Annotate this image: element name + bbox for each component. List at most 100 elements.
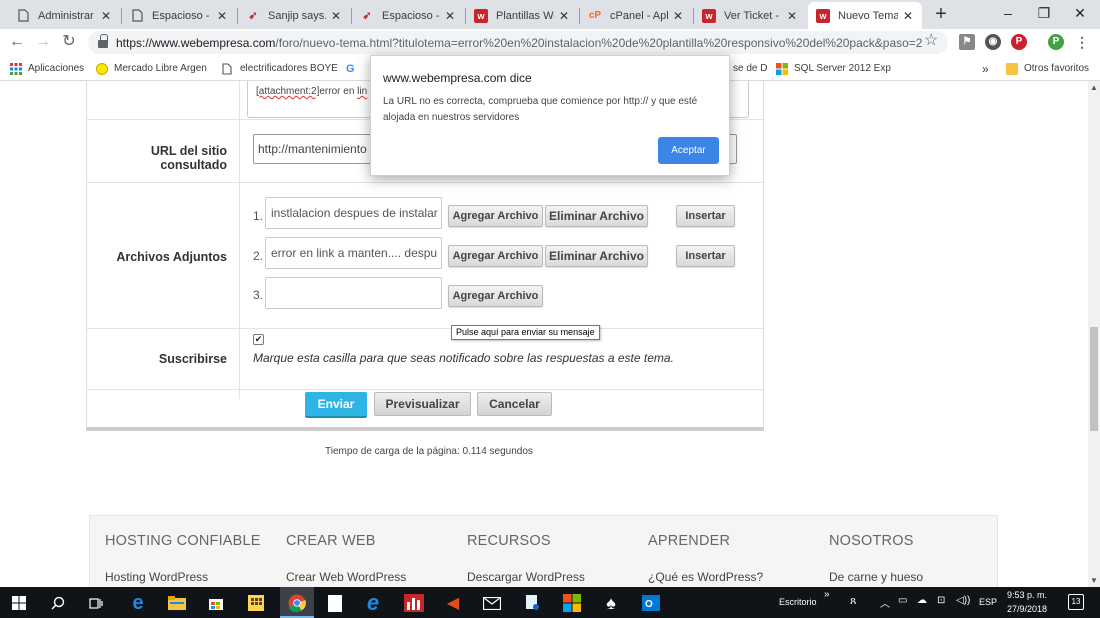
insert-button[interactable]: Insertar	[676, 205, 735, 227]
chart-app-icon[interactable]	[403, 592, 425, 614]
page-scrollbar[interactable]: ▲ ▼	[1088, 81, 1100, 587]
battery-icon[interactable]: ▭	[898, 595, 907, 606]
footer-link[interactable]: Crear Web WordPress	[286, 570, 406, 584]
tab-administrar[interactable]: Administrar te ✕	[8, 2, 120, 29]
task-view-icon[interactable]	[85, 592, 107, 614]
outlook-icon[interactable]: O	[640, 592, 662, 614]
address-bar[interactable]: https://www.webempresa.com/foro/nuevo-te…	[88, 31, 948, 54]
close-icon[interactable]: ✕	[672, 9, 684, 23]
tab-espacioso-sin[interactable]: Espacioso - Sir ✕	[122, 2, 236, 29]
scrollbar-thumb[interactable]	[1090, 327, 1098, 431]
notepad-icon[interactable]	[324, 592, 346, 614]
remove-file-button[interactable]: Eliminar Archivo	[545, 245, 648, 267]
chrome-icon[interactable]	[286, 592, 308, 614]
people-icon[interactable]: ጸ	[850, 595, 856, 608]
google-icon: G	[346, 62, 355, 75]
desktop-chevron[interactable]: »	[824, 589, 830, 600]
tab-espacioso-re[interactable]: ➶ Espacioso - Re ✕	[352, 2, 464, 29]
attachment-field[interactable]: error en link a manten.... despu	[265, 237, 442, 269]
solitaire-icon[interactable]: ♠	[600, 592, 622, 614]
office-icon[interactable]	[561, 592, 583, 614]
shield-extension-icon[interactable]: ◉	[985, 34, 1001, 50]
notifications-badge[interactable]: 13	[1068, 594, 1084, 610]
footer-link[interactable]: De carne y hueso	[829, 570, 923, 584]
add-file-button[interactable]: Agregar Archivo	[448, 205, 543, 227]
new-tab-button[interactable]: +	[930, 3, 952, 25]
accept-button[interactable]: Aceptar	[658, 137, 719, 164]
close-icon[interactable]: ✕	[216, 9, 228, 23]
restore-button[interactable]: ❐	[1026, 0, 1062, 28]
remove-file-button[interactable]: Eliminar Archivo	[545, 205, 648, 227]
forward-arrow-icon[interactable]: →	[33, 32, 53, 52]
menu-kebab-icon[interactable]: ⋮	[1074, 34, 1090, 50]
tab-nuevo-tema[interactable]: w Nuevo Tema ✕	[808, 2, 922, 29]
desktop-label[interactable]: Escritorio	[779, 597, 817, 607]
bookmark-mercadolibre[interactable]: Mercado Libre Argen	[96, 60, 207, 77]
preview-button[interactable]: Previsualizar	[374, 392, 471, 416]
close-icon[interactable]: ✕	[786, 9, 798, 23]
back-arrow-icon[interactable]: ←	[7, 32, 27, 52]
clock-time[interactable]: 9:53 p. m.	[1007, 590, 1047, 600]
insert-button[interactable]: Insertar	[676, 245, 735, 267]
windows-start-icon[interactable]	[8, 592, 30, 614]
tab-sanjip[interactable]: ➶ Sanjip says... ✕	[238, 2, 350, 29]
mail-icon[interactable]	[481, 592, 503, 614]
internet-explorer-icon[interactable]: e	[362, 590, 384, 615]
footer-link[interactable]: Descargar WordPress	[467, 570, 585, 584]
flag-extension-icon[interactable]: ⚑	[959, 34, 975, 50]
close-icon[interactable]: ✕	[444, 9, 456, 23]
webempresa-icon: w	[702, 8, 716, 23]
close-icon[interactable]: ✕	[558, 9, 570, 23]
network-icon[interactable]: ⊡	[937, 595, 945, 606]
minimize-button[interactable]: –	[990, 0, 1026, 28]
cloud-icon[interactable]: ☁	[917, 595, 927, 606]
bookmark-partial[interactable]: se de D	[733, 60, 767, 77]
bookmark-electrificadores[interactable]: electrificadores BOYE	[222, 60, 338, 77]
volume-icon[interactable]: ◁))	[956, 595, 970, 606]
scroll-down-icon[interactable]: ▼	[1088, 576, 1100, 585]
speaker-app-icon[interactable]: ◀	[442, 592, 464, 614]
grid-app-icon[interactable]	[245, 592, 267, 614]
footer-link[interactable]: ¿Qué es WordPress?	[648, 570, 763, 584]
tray-expand-icon[interactable]: ︿	[880, 595, 890, 610]
tab-plantillas[interactable]: w Plantillas Word ✕	[466, 2, 578, 29]
attachment-number: 2.	[253, 249, 264, 263]
send-button[interactable]: Enviar	[305, 392, 367, 416]
pinterest-icon[interactable]: P	[1011, 34, 1027, 50]
bird-icon: ➶	[248, 10, 258, 22]
attachment-field[interactable]	[265, 277, 442, 309]
tab-cpanel[interactable]: cP cPanel - Aplica ✕	[580, 2, 692, 29]
bookmark-sqlserver[interactable]: SQL Server 2012 Exp	[776, 60, 891, 77]
footer-heading: NOSOTROS	[829, 533, 914, 549]
bookmark-apps[interactable]: Aplicaciones	[10, 60, 84, 77]
footer-link[interactable]: Hosting WordPress	[105, 570, 208, 584]
svg-text:O: O	[645, 599, 653, 610]
star-icon[interactable]: ☆	[924, 30, 938, 50]
close-window-button[interactable]: ✕	[1062, 0, 1098, 28]
close-icon[interactable]: ✕	[902, 9, 914, 23]
webempresa-icon: w	[474, 8, 488, 23]
footer-heading: HOSTING CONFIABLE	[105, 533, 261, 549]
bookmark-other-favorites[interactable]: Otros favoritos	[1006, 60, 1089, 77]
cpanel-icon: cP	[588, 10, 602, 21]
scroll-up-icon[interactable]: ▲	[1088, 83, 1100, 92]
bookmarks-overflow-chevron[interactable]: »	[982, 60, 989, 77]
attachment-field[interactable]: instlalacion despues de instalar	[265, 197, 442, 229]
tab-ver-ticket[interactable]: w Ver Ticket - we ✕	[694, 2, 806, 29]
add-file-button[interactable]: Agregar Archivo	[448, 285, 543, 307]
search-icon[interactable]	[47, 592, 69, 614]
subscribe-checkbox[interactable]: ✔	[253, 334, 264, 345]
reload-icon[interactable]: ↻	[59, 32, 79, 52]
add-file-button[interactable]: Agregar Archivo	[448, 245, 543, 267]
file-explorer-icon[interactable]	[166, 592, 188, 614]
close-icon[interactable]: ✕	[100, 9, 112, 23]
cancel-button[interactable]: Cancelar	[477, 392, 552, 416]
clock-date[interactable]: 27/9/2018	[1007, 604, 1047, 614]
document-user-icon[interactable]	[522, 592, 544, 614]
close-icon[interactable]: ✕	[330, 9, 342, 23]
bookmark-google[interactable]: G	[346, 60, 355, 77]
store-icon[interactable]	[205, 592, 227, 614]
language-indicator[interactable]: ESP	[979, 597, 997, 607]
edge-icon[interactable]: e	[127, 592, 149, 614]
profile-avatar[interactable]: P	[1048, 34, 1064, 50]
